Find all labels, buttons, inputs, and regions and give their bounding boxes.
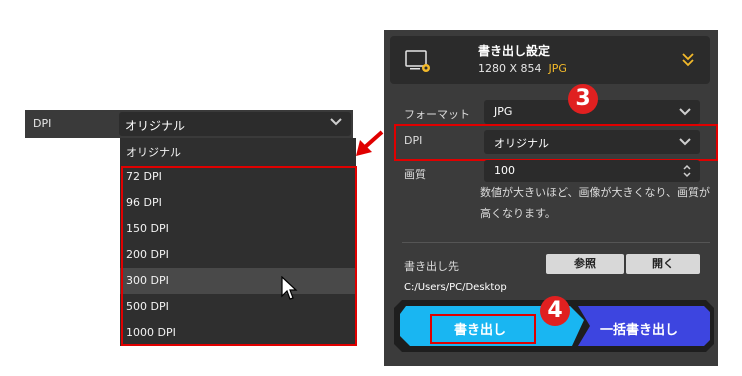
chevron-down-icon [330, 118, 342, 126]
open-button[interactable]: 開く [626, 254, 700, 274]
mouse-cursor-icon [281, 276, 298, 300]
dpi-label: DPI [33, 117, 52, 130]
monitor-gear-icon [405, 50, 430, 72]
format-label: フォーマット [404, 108, 470, 121]
destination-label: 書き出し先 [404, 260, 459, 273]
highlight-box-dpi-row [394, 124, 718, 161]
browse-button[interactable]: 参照 [546, 254, 624, 274]
resolution-text: 1280 X 854 JPG [478, 62, 567, 75]
stepper-icon[interactable] [682, 163, 692, 179]
destination-path: C:/Users/PC/Desktop [404, 282, 507, 293]
highlight-box-export [430, 314, 536, 344]
format-value: JPG [494, 105, 513, 118]
divider [402, 242, 710, 243]
step-badge-3: 3 [568, 84, 598, 114]
double-chevron-down-icon[interactable] [680, 51, 696, 69]
resolution-value: 1280 X 854 [478, 62, 542, 75]
panel-title: 書き出し設定 [478, 44, 551, 58]
quality-value: 100 [494, 164, 515, 177]
quality-input[interactable]: 100 [484, 160, 700, 182]
dpi-select-value: オリジナル [125, 119, 186, 133]
quality-label: 画質 [404, 168, 426, 181]
chevron-down-icon [679, 108, 691, 116]
quality-description: 数値が大きいほど、画像が大きくなり、画質が高くなります。 [480, 186, 711, 220]
dpi-option[interactable]: オリジナル [120, 138, 356, 164]
batch-export-button[interactable]: 一括書き出し [600, 319, 678, 338]
dpi-select[interactable]: オリジナル [119, 112, 351, 136]
red-arrow-icon [356, 130, 384, 156]
highlight-box-dpi-options [121, 166, 357, 346]
step-badge-4: 4 [540, 296, 570, 326]
panel-header[interactable]: 書き出し設定 1280 X 854 JPG [390, 36, 710, 84]
dpi-dropdown-row: DPI オリジナル [25, 110, 353, 138]
format-badge: JPG [548, 62, 567, 75]
